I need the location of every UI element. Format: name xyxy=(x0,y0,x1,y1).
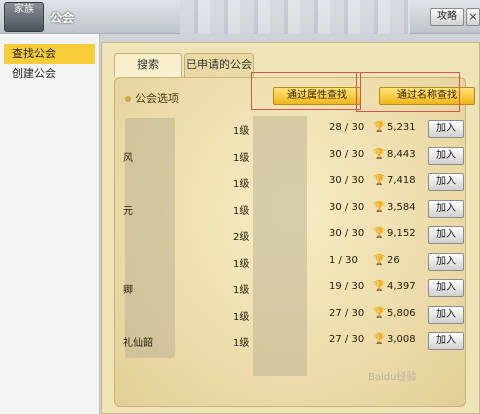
table-row: 1级 30 / 30 🏆 7,418 加入 xyxy=(115,169,465,196)
guild-points: 4,397 xyxy=(387,281,416,292)
guild-level: 1级 xyxy=(233,258,250,270)
trophy-icon: 🏆 xyxy=(373,175,386,186)
options-label-wrap: 公会选项 xyxy=(125,90,179,106)
join-button[interactable]: 加入 xyxy=(428,279,464,297)
trophy-icon: 🏆 xyxy=(373,307,386,319)
sidebar-item-find-guild[interactable]: 查找公会 xyxy=(4,44,95,64)
guild-points: 5,806 xyxy=(387,307,416,319)
guild-members: 30 / 30 xyxy=(329,201,365,213)
top-bar: 家族 公会 攻略 × xyxy=(0,0,480,34)
guild-name: 元 xyxy=(123,205,133,217)
city-background xyxy=(180,0,410,34)
table-row: 2级 30 / 30 🏆 9,152 加入 xyxy=(115,222,465,249)
guild-list-area: 公会选项 通过属性查找 通过名称查找 1级 28 / 30 🏆 5,231 加入… xyxy=(114,77,475,407)
guild-points: 3,008 xyxy=(387,334,416,345)
close-button[interactable]: × xyxy=(466,8,480,26)
guild-members: 1 / 30 xyxy=(329,254,358,266)
sidebar-item-create-guild[interactable]: 创建公会 xyxy=(0,64,99,84)
trophy-icon: 🏆 xyxy=(373,122,386,133)
guild-options-label: 公会选项 xyxy=(135,92,179,105)
guild-members: 30 / 30 xyxy=(329,148,365,160)
highlight-box-attribute-search xyxy=(251,72,361,110)
guild-members: 19 / 30 xyxy=(329,281,365,292)
tab-search[interactable]: 搜索 xyxy=(114,53,182,77)
join-button[interactable]: 加入 xyxy=(428,173,464,191)
guild-level: 2级 xyxy=(233,232,250,243)
guild-name: 风 xyxy=(123,152,133,164)
guild-level: 1级 xyxy=(233,311,250,323)
guild-members: 27 / 30 xyxy=(329,307,365,319)
guild-name: 礼仙韶 xyxy=(123,338,153,349)
table-row: 1级 1 / 30 🏆 26 加入 xyxy=(115,249,465,276)
guild-name: 卿 xyxy=(123,285,133,296)
join-button[interactable]: 加入 xyxy=(428,146,464,165)
guild-points: 26 xyxy=(387,254,400,266)
join-button[interactable]: 加入 xyxy=(428,199,464,218)
watermark: Baidu经验 xyxy=(368,372,417,383)
guild-menu-icon[interactable]: 家族 xyxy=(4,2,44,32)
join-button[interactable]: 加入 xyxy=(428,120,464,138)
guild-icon-label: 家族 xyxy=(14,4,34,15)
guild-members: 30 / 30 xyxy=(329,228,365,239)
table-row: 卿 1级 19 / 30 🏆 4,397 加入 xyxy=(115,275,465,302)
guild-level: 1级 xyxy=(233,152,250,164)
guild-list: 1级 28 / 30 🏆 5,231 加入 风 1级 30 / 30 🏆 8,4… xyxy=(115,116,465,355)
join-button[interactable]: 加入 xyxy=(428,305,464,324)
guild-level: 1级 xyxy=(233,285,250,296)
guild-points: 8,443 xyxy=(387,148,416,160)
table-row: 1级 28 / 30 🏆 5,231 加入 xyxy=(115,116,465,143)
guild-level: 1级 xyxy=(233,179,250,190)
guild-level: 1级 xyxy=(233,126,250,137)
table-row: 1级 27 / 30 🏆 5,806 加入 xyxy=(115,302,465,329)
guide-button[interactable]: 攻略 xyxy=(430,8,464,26)
guild-points: 5,231 xyxy=(387,122,416,133)
table-row: 风 1级 30 / 30 🏆 8,443 加入 xyxy=(115,143,465,170)
table-row: 元 1级 30 / 30 🏆 3,584 加入 xyxy=(115,196,465,223)
join-button[interactable]: 加入 xyxy=(428,332,464,350)
trophy-icon: 🏆 xyxy=(373,281,386,292)
table-row: 礼仙韶 1级 27 / 30 🏆 3,008 加入 xyxy=(115,328,465,355)
join-button[interactable]: 加入 xyxy=(428,226,464,244)
guild-level: 1级 xyxy=(233,205,250,217)
window-title: 公会 xyxy=(50,11,75,25)
trophy-icon: 🏆 xyxy=(373,254,386,266)
guild-points: 9,152 xyxy=(387,228,416,239)
trophy-icon: 🏆 xyxy=(373,148,386,160)
guild-points: 3,584 xyxy=(387,201,416,213)
highlight-box-name-search xyxy=(356,72,460,112)
trophy-icon: 🏆 xyxy=(373,201,386,213)
trophy-icon: 🏆 xyxy=(373,228,386,239)
join-button[interactable]: 加入 xyxy=(428,252,464,271)
guild-members: 28 / 30 xyxy=(329,122,365,133)
sidebar: 查找公会 创建公会 xyxy=(0,34,100,414)
trophy-icon: 🏆 xyxy=(373,334,386,345)
guild-members: 27 / 30 xyxy=(329,334,365,345)
guild-level: 1级 xyxy=(233,338,250,349)
bullet-icon xyxy=(125,96,131,102)
tab-applied-guilds[interactable]: 已申请的公会 xyxy=(184,53,254,77)
guild-members: 30 / 30 xyxy=(329,175,365,186)
guild-points: 7,418 xyxy=(387,175,416,186)
